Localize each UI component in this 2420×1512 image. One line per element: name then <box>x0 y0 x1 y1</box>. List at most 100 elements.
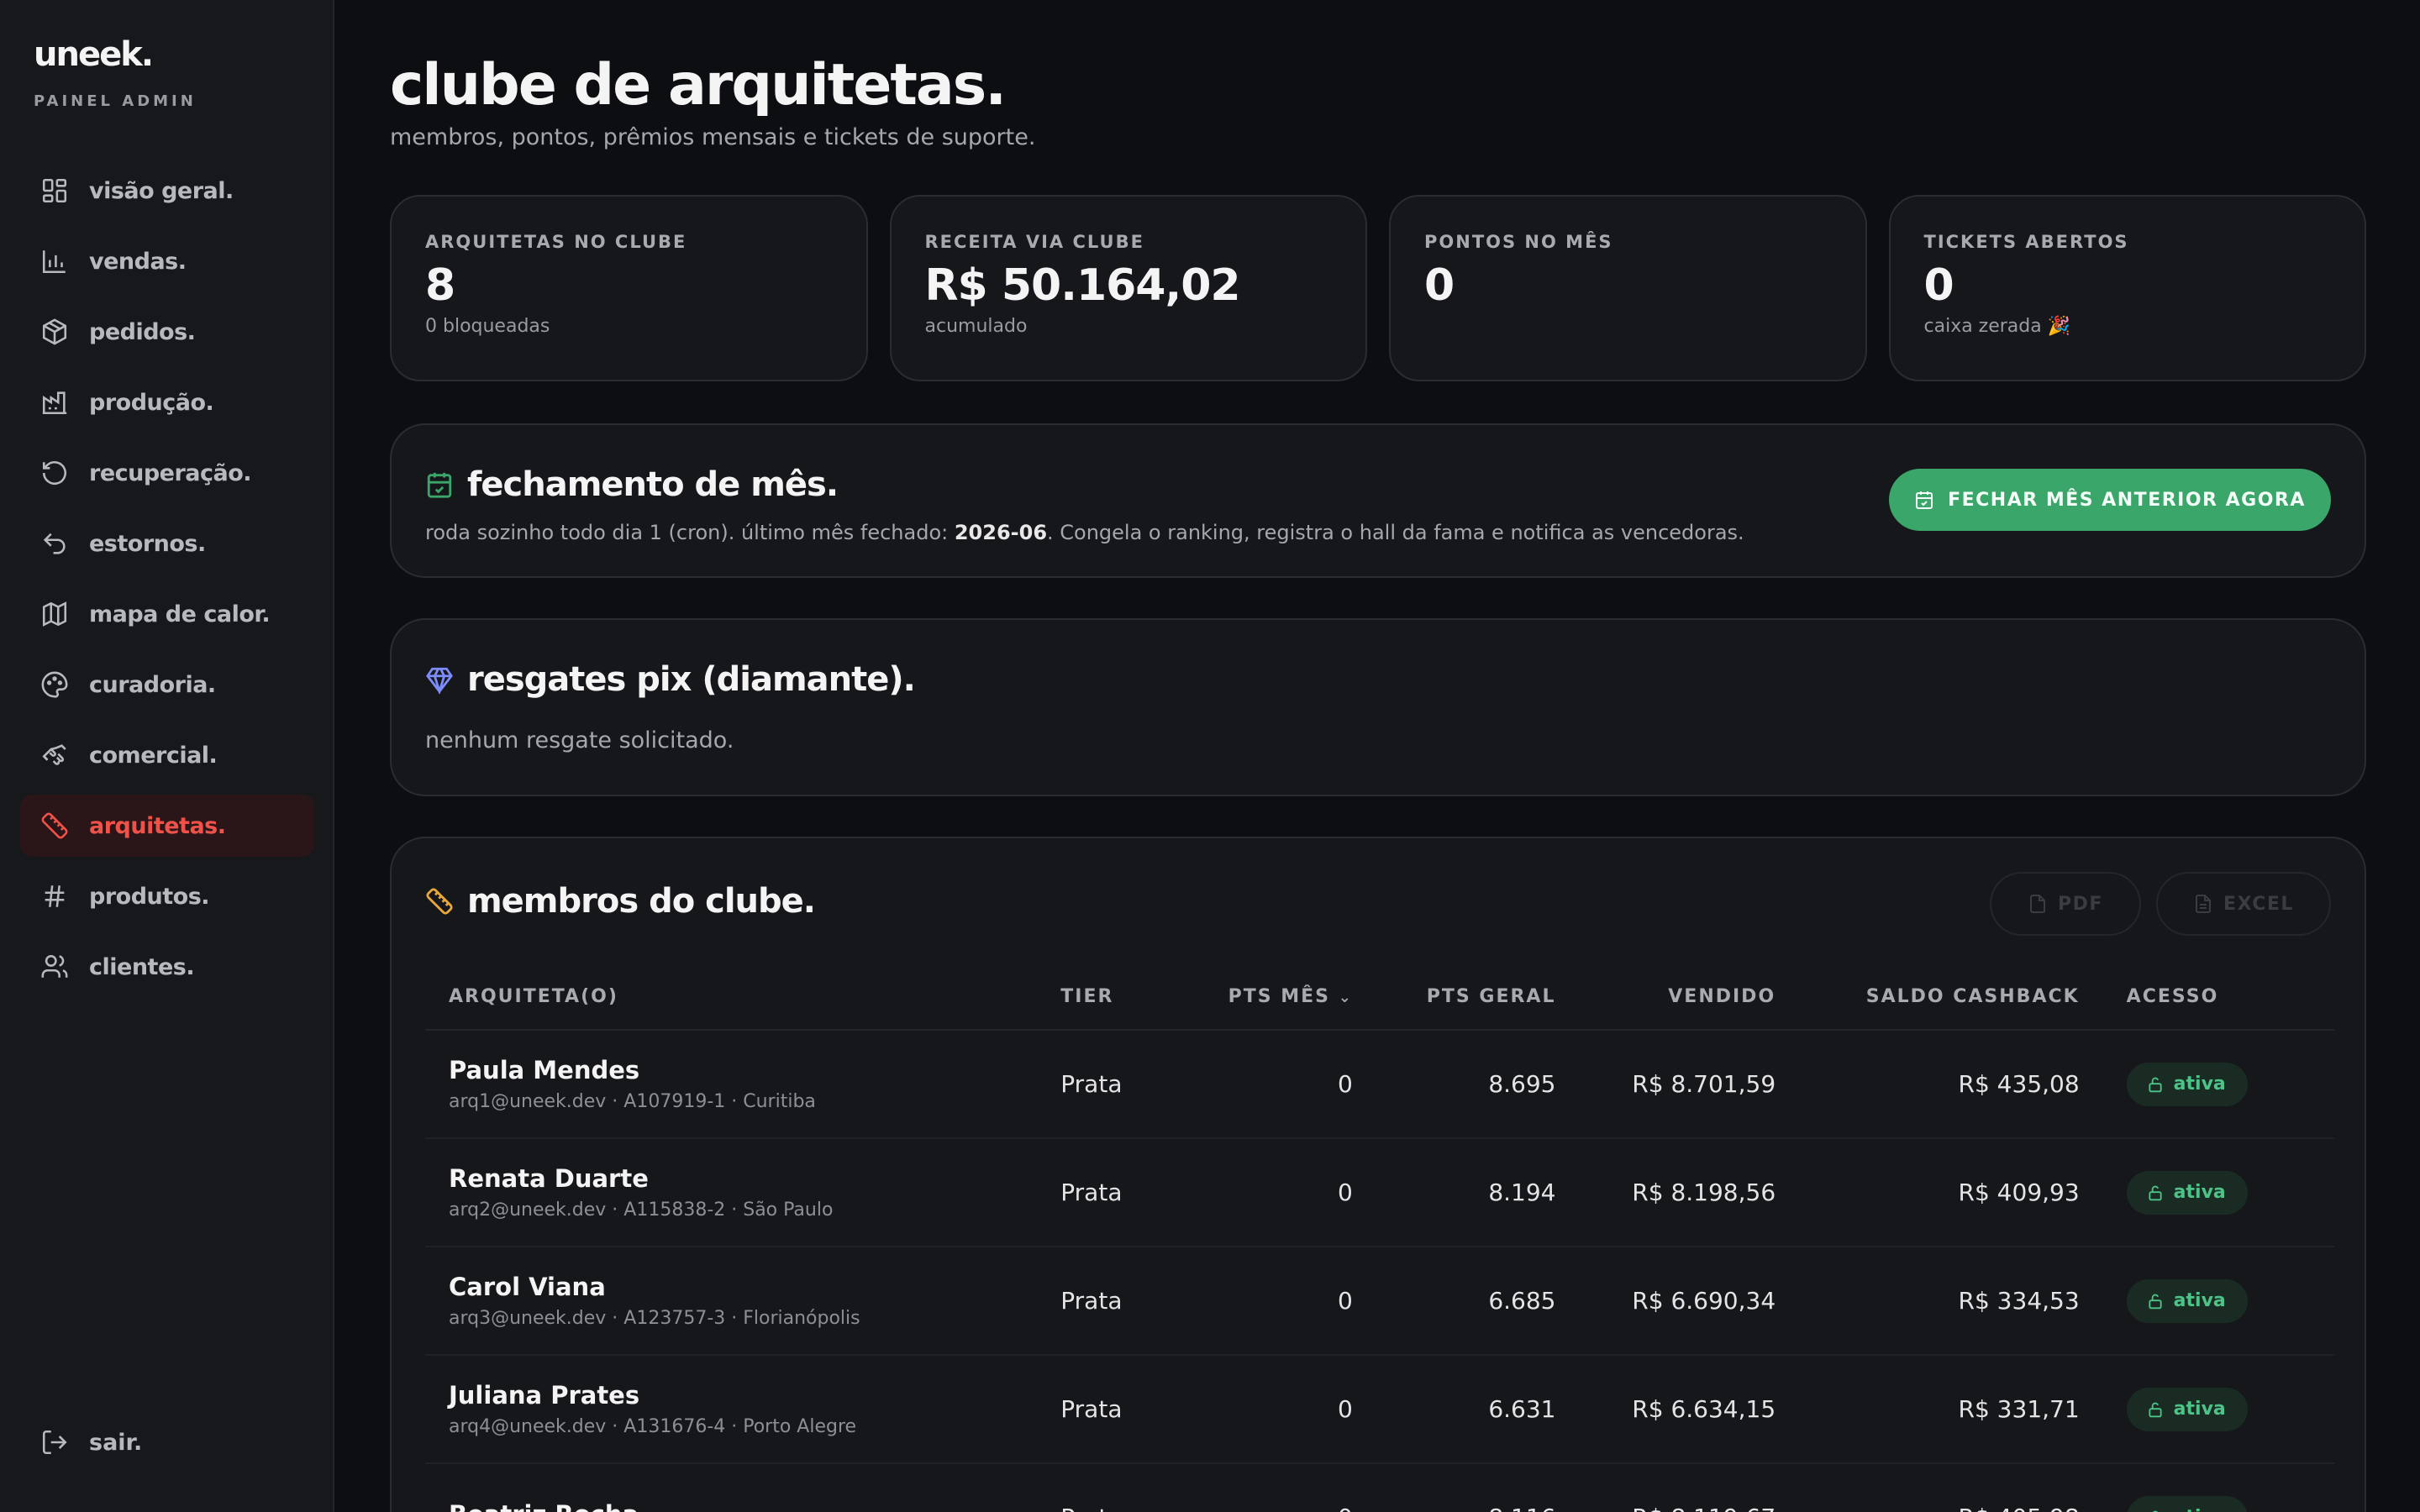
member-cashback: R$ 435,08 <box>1799 1030 2103 1139</box>
access-status-badge[interactable]: ativa <box>2126 1495 2248 1512</box>
sidebar-item-arquitetas[interactable]: arquitetas. <box>20 795 314 857</box>
sidebar-item-pedidos[interactable]: pedidos. <box>20 301 314 363</box>
member-pts-month: 0 <box>1204 1463 1376 1512</box>
sidebar-item-label: produção. <box>89 389 214 416</box>
member-meta: arq4@uneek.dev · A131676-4 · Porto Alegr… <box>449 1416 857 1437</box>
stat-card-arquitetas: ARQUITETAS NO CLUBE 8 0 bloqueadas <box>390 195 868 381</box>
sidebar-nav: visão geral. vendas. pedidos. produção. … <box>20 160 314 1006</box>
sidebar-item-visao-geral[interactable]: visão geral. <box>20 160 314 222</box>
sidebar-item-curadoria[interactable]: curadoria. <box>20 654 314 716</box>
stat-card-tickets: TICKETS ABERTOS 0 caixa zerada 🎉 <box>1888 195 2366 381</box>
member-meta: arq3@uneek.dev · A123757-3 · Florianópol… <box>449 1308 860 1329</box>
access-status-badge[interactable]: ativa <box>2126 1278 2248 1323</box>
sidebar: uneek. PAINEL ADMIN visão geral. vendas.… <box>0 0 334 1512</box>
member-pts-month: 0 <box>1204 1355 1376 1464</box>
stat-card-receita: RECEITA VIA CLUBE R$ 50.164,02 acumulado <box>889 195 1367 381</box>
column-header-sold[interactable]: VENDIDO <box>1579 964 1800 1031</box>
access-status-badge[interactable]: ativa <box>2126 1387 2248 1431</box>
stat-label: TICKETS ABERTOS <box>1923 232 2129 252</box>
stat-value: R$ 50.164,02 <box>924 260 1241 311</box>
member-sold: R$ 8.119,67 <box>1579 1463 1800 1512</box>
sidebar-item-clientes[interactable]: clientes. <box>20 936 314 998</box>
members-title-text: membros do clube. <box>467 882 816 921</box>
sidebar-item-label: clientes. <box>89 953 195 980</box>
member-pts-month: 0 <box>1204 1247 1376 1356</box>
access-status-label: ativa <box>2174 1507 2226 1512</box>
member-name[interactable]: Renata Duarte <box>449 1164 1013 1193</box>
access-status-label: ativa <box>2173 1074 2226 1095</box>
table-row[interactable]: Beatriz Rocha Prata 0 8.116 R$ 8.119,67 … <box>425 1463 2334 1512</box>
member-tier: Prata <box>1037 1138 1205 1247</box>
brand-subtitle: PAINEL ADMIN <box>34 92 197 110</box>
stat-note <box>1424 316 1832 339</box>
sidebar-item-mapa-de-calor[interactable]: mapa de calor. <box>20 583 314 645</box>
sidebar-item-recuperacao[interactable]: recuperação. <box>20 442 314 504</box>
factory-icon <box>42 391 67 415</box>
member-name[interactable]: Juliana Prates <box>449 1381 1013 1410</box>
stat-value: 0 <box>1923 260 1954 311</box>
access-status-badge[interactable]: ativa <box>2126 1062 2248 1106</box>
member-cell: Juliana Prates arq4@uneek.dev · A131676-4… <box>425 1355 1038 1464</box>
column-header-cashback[interactable]: SALDO CASHBACK <box>1799 964 2103 1031</box>
member-sold: R$ 8.701,59 <box>1579 1030 1800 1139</box>
table-row[interactable]: Renata Duarte arq2@uneek.dev · A115838-2 … <box>425 1138 2334 1247</box>
member-tier: Prata <box>1037 1463 1205 1512</box>
month-close-desc-before: roda sozinho todo dia 1 (cron). último m… <box>425 521 955 544</box>
pix-title-text: resgates pix (diamante). <box>467 660 916 699</box>
column-header-name[interactable]: ARQUITETA(O) <box>425 964 1038 1031</box>
export-pdf-button[interactable]: PDF <box>1990 872 2141 936</box>
member-pts-total: 8.194 <box>1376 1138 1580 1247</box>
rotate-ccw-icon <box>42 461 67 486</box>
pix-title: resgates pix (diamante). <box>425 660 2331 699</box>
stat-label: ARQUITETAS NO CLUBE <box>425 232 687 252</box>
sidebar-item-label: recuperação. <box>89 459 252 486</box>
lock-open-icon <box>2149 1402 2162 1417</box>
pix-empty-state: nenhum resgate solicitado. <box>425 727 734 753</box>
column-header-pts-total[interactable]: PTS GERAL <box>1376 964 1580 1031</box>
member-sold: R$ 8.198,56 <box>1579 1138 1800 1247</box>
access-status-badge[interactable]: ativa <box>2126 1170 2248 1215</box>
close-month-button[interactable]: FECHAR MÊS ANTERIOR AGORA <box>1889 469 2331 531</box>
member-cell: Renata Duarte arq2@uneek.dev · A115838-2 … <box>425 1138 1038 1247</box>
member-access-cell: ativa <box>2102 1030 2334 1139</box>
sidebar-item-label: curadoria. <box>89 671 216 698</box>
sidebar-item-vendas[interactable]: vendas. <box>20 230 314 292</box>
stat-value: 8 <box>425 260 455 311</box>
member-name[interactable]: Paula Mendes <box>449 1056 1013 1084</box>
export-excel-label: EXCEL <box>2223 893 2294 915</box>
stat-note: caixa zerada 🎉 <box>1923 316 2071 337</box>
member-access-cell: ativa <box>2102 1138 2334 1247</box>
export-excel-button[interactable]: EXCEL <box>2156 872 2331 936</box>
sidebar-item-estornos[interactable]: estornos. <box>20 512 314 575</box>
sidebar-item-comercial[interactable]: comercial. <box>20 724 314 786</box>
month-close-desc-after: . Congela o ranking, registra o hall da … <box>1047 521 1744 544</box>
member-name[interactable]: Beatriz Rocha <box>449 1500 1013 1512</box>
member-cashback: R$ 405,98 <box>1799 1463 2103 1512</box>
sidebar-item-label: vendas. <box>89 248 187 275</box>
member-access-cell: ativa <box>2102 1463 2334 1512</box>
gem-icon <box>426 667 453 694</box>
column-header-tier[interactable]: TIER <box>1037 964 1205 1031</box>
sidebar-item-producao[interactable]: produção. <box>20 371 314 433</box>
brand-logo[interactable]: uneek. <box>34 35 154 74</box>
member-name[interactable]: Carol Viana <box>449 1273 1013 1301</box>
table-row[interactable]: Carol Viana arq3@uneek.dev · A123757-3 · … <box>425 1247 2334 1356</box>
column-header-access[interactable]: ACESSO <box>2102 964 2334 1031</box>
export-buttons: PDF EXCEL <box>1990 872 2331 936</box>
member-cell: Carol Viana arq3@uneek.dev · A123757-3 · … <box>425 1247 1038 1356</box>
column-header-pts-month[interactable]: PTS MÊS ⌄ <box>1204 964 1376 1031</box>
logout-button[interactable]: sair. <box>40 1428 142 1457</box>
member-access-cell: ativa <box>2102 1355 2334 1464</box>
table-row[interactable]: Juliana Prates arq4@uneek.dev · A131676-4… <box>425 1355 2334 1464</box>
member-cashback: R$ 334,53 <box>1799 1247 2103 1356</box>
map-icon <box>42 601 67 627</box>
table-row[interactable]: Paula Mendes arq1@uneek.dev · A107919-1 ·… <box>425 1030 2334 1139</box>
handshake-icon <box>42 744 66 765</box>
member-pts-month: 0 <box>1204 1030 1376 1139</box>
member-access-cell: ativa <box>2102 1247 2334 1356</box>
member-pts-total: 8.695 <box>1376 1030 1580 1139</box>
member-pts-month: 0 <box>1204 1138 1376 1247</box>
lock-open-icon <box>2149 1185 2162 1200</box>
sidebar-item-produtos[interactable]: produtos. <box>20 865 314 927</box>
stat-value: 0 <box>1424 260 1455 311</box>
